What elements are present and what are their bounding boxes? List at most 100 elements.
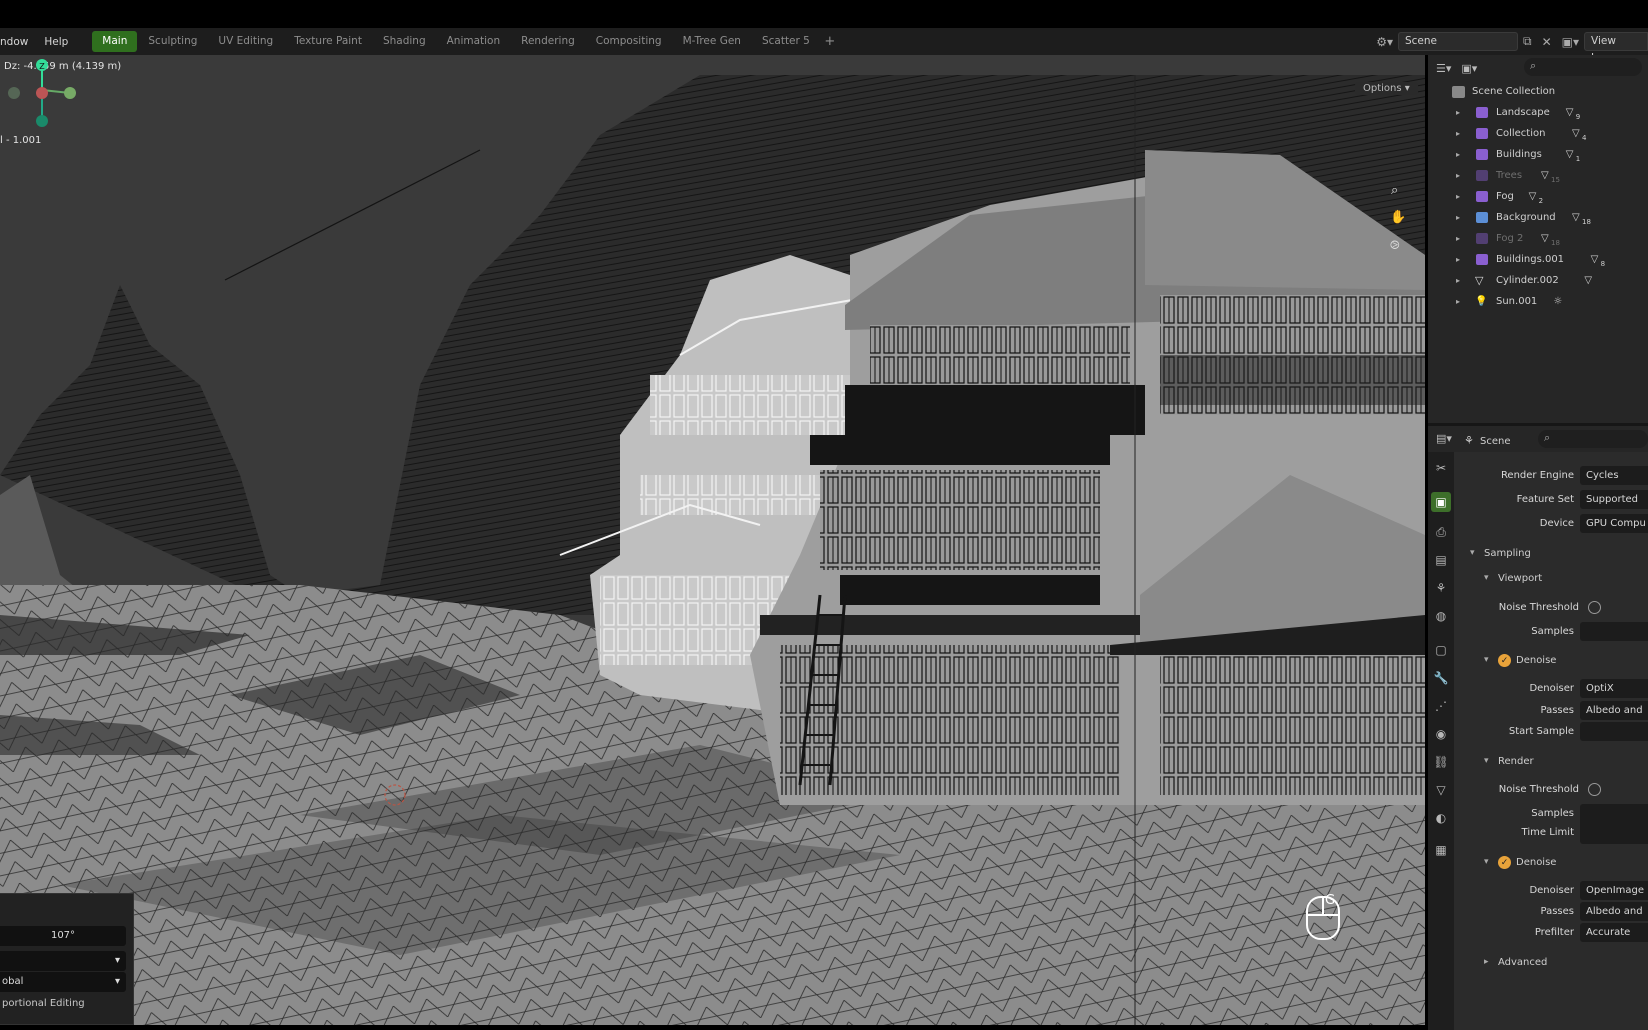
outliner-row[interactable]: ▸ Background ▽ 18: [1428, 207, 1648, 228]
tab-animation[interactable]: Animation: [437, 31, 511, 52]
samples-label: Samples: [1531, 626, 1574, 637]
render-subpanel-header[interactable]: Render: [1498, 756, 1534, 767]
outliner-row[interactable]: ▸ Fog 2 ▽ 18: [1428, 228, 1648, 249]
outliner-search-input[interactable]: ⌕: [1524, 58, 1642, 76]
expand-arrow-icon[interactable]: ▸: [1456, 192, 1460, 201]
workspace-tabs: Main Sculpting UV Editing Texture Paint …: [92, 31, 839, 52]
expand-arrow-icon[interactable]: ▸: [1456, 297, 1460, 306]
world-tab-icon[interactable]: ◍: [1431, 606, 1451, 626]
view-layer-field[interactable]: View Layer: [1584, 32, 1648, 64]
tool-tab-icon[interactable]: ✂: [1431, 458, 1451, 478]
expand-arrow-icon[interactable]: ▸: [1456, 150, 1460, 159]
tab-uv-editing[interactable]: UV Editing: [208, 31, 283, 52]
outliner-row[interactable]: ▸ Fog ▽ 2: [1428, 186, 1648, 207]
advanced-expand-icon[interactable]: ▸: [1484, 957, 1489, 967]
navigation-gizmo[interactable]: Z: [0, 55, 80, 205]
render-passes-dropdown[interactable]: Albedo and: [1580, 902, 1648, 921]
denoise-expand-icon[interactable]: ▾: [1484, 655, 1489, 665]
menu-help[interactable]: Help: [36, 36, 76, 48]
advanced-subpanel-header[interactable]: Advanced: [1498, 957, 1547, 968]
texture-tab-icon[interactable]: ▦: [1431, 840, 1451, 860]
expand-arrow-icon[interactable]: ▸: [1456, 129, 1460, 138]
tab-compositing[interactable]: Compositing: [586, 31, 672, 52]
view-layer-browse-icon[interactable]: ▣▾: [1557, 35, 1584, 49]
zoom-icon[interactable]: ⌕: [1391, 183, 1398, 198]
material-tab-icon[interactable]: ◐: [1431, 808, 1451, 828]
scene-field[interactable]: Scene: [1397, 32, 1518, 51]
feature-set-dropdown[interactable]: Supported: [1580, 490, 1648, 509]
tab-scatter-5[interactable]: Scatter 5: [752, 31, 820, 52]
3d-viewport[interactable]: Dz: -4.059 m (4.139 m) l - 1.001 Options…: [0, 55, 1425, 1025]
noise-threshold-label: Noise Threshold: [1498, 602, 1579, 613]
menu-window[interactable]: ndow: [0, 36, 36, 48]
physics-tab-icon[interactable]: ◉: [1431, 724, 1451, 744]
expand-arrow-icon[interactable]: ▸: [1456, 255, 1460, 264]
expand-arrow-icon[interactable]: ▸: [1456, 213, 1460, 222]
noise-threshold-checkbox[interactable]: [1588, 601, 1601, 614]
viewport-subpanel-header[interactable]: Viewport: [1498, 573, 1542, 584]
filter-icon[interactable]: ▣▾: [1461, 62, 1477, 75]
expand-arrow-icon[interactable]: ▸: [1456, 234, 1460, 243]
render-noise-threshold-checkbox[interactable]: [1588, 783, 1601, 796]
viewport-expand-icon[interactable]: ▾: [1484, 573, 1489, 583]
new-scene-icon[interactable]: ⧉: [1518, 34, 1537, 49]
outliner-row[interactable]: ▸ Buildings.001 ▽ 8: [1428, 249, 1648, 270]
render-samples-field[interactable]: [1580, 804, 1648, 844]
display-mode-icon[interactable]: ☰▾: [1436, 62, 1451, 75]
tab-texture-paint[interactable]: Texture Paint: [284, 31, 372, 52]
outliner-row[interactable]: ▸ Buildings ▽ 1: [1428, 144, 1648, 165]
child-count-badge: 18: [1551, 239, 1560, 247]
data-tab-icon[interactable]: ▽: [1431, 780, 1451, 800]
start-sample-field[interactable]: [1580, 722, 1648, 741]
viewport-samples-field[interactable]: [1580, 622, 1648, 641]
expand-arrow-icon[interactable]: ▸: [1456, 276, 1460, 285]
tab-sculpting[interactable]: Sculpting: [138, 31, 207, 52]
expand-arrow-icon[interactable]: ▸: [1456, 108, 1460, 117]
orientation-dropdown[interactable]: obal ▾: [0, 972, 126, 992]
properties-search-input[interactable]: ⌕: [1538, 430, 1648, 448]
render-expand-icon[interactable]: ▾: [1484, 756, 1489, 766]
options-dropdown[interactable]: Options ▾: [1355, 82, 1418, 95]
collection-icon: [1476, 128, 1488, 139]
output-tab-icon[interactable]: ⎙: [1431, 522, 1451, 542]
render-denoise-expand-icon[interactable]: ▾: [1484, 857, 1489, 867]
view-layer-tab-icon[interactable]: ▤: [1431, 550, 1451, 570]
modifier-tab-icon[interactable]: 🔧: [1431, 668, 1451, 688]
viewport-denoiser-dropdown[interactable]: OptiX: [1580, 679, 1648, 698]
render-tab-icon[interactable]: ▣: [1431, 492, 1451, 512]
outliner-row[interactable]: ▸ Trees ▽ 15: [1428, 165, 1648, 186]
render-denoiser-dropdown[interactable]: OpenImage: [1580, 881, 1648, 900]
pan-hand-icon[interactable]: ✋: [1390, 210, 1406, 225]
close-icon[interactable]: ✕: [1537, 35, 1557, 49]
outliner-row[interactable]: ▸ Collection ▽ 4: [1428, 123, 1648, 144]
scene-tab-icon[interactable]: ⚘: [1431, 578, 1451, 598]
axis-dropdown[interactable]: ▾: [0, 951, 126, 971]
scene-collection-row[interactable]: Scene Collection: [1428, 81, 1648, 102]
device-dropdown[interactable]: GPU Compu: [1580, 514, 1648, 533]
add-workspace-button[interactable]: +: [821, 34, 839, 49]
sampling-expand-icon[interactable]: ▾: [1470, 548, 1475, 558]
scene-collection-icon: [1452, 85, 1465, 98]
outliner-row[interactable]: ▸ Landscape ▽ 9: [1428, 102, 1648, 123]
outliner-row[interactable]: ▸ 💡 Sun.001 ☼: [1428, 291, 1648, 312]
camera-icon[interactable]: ⧁: [1390, 238, 1400, 253]
tab-m-tree-gen[interactable]: M-Tree Gen: [673, 31, 751, 52]
expand-arrow-icon[interactable]: ▸: [1456, 171, 1460, 180]
tab-shading[interactable]: Shading: [373, 31, 436, 52]
angle-field[interactable]: 107°: [0, 926, 126, 946]
tab-rendering[interactable]: Rendering: [511, 31, 585, 52]
proportional-editing-label[interactable]: portional Editing: [2, 998, 85, 1009]
prefilter-dropdown[interactable]: Accurate: [1580, 923, 1648, 942]
tab-main[interactable]: Main: [92, 31, 138, 52]
editor-type-icon[interactable]: ▤▾: [1436, 432, 1452, 445]
render-engine-dropdown[interactable]: Cycles: [1580, 466, 1648, 485]
constraints-tab-icon[interactable]: ⛓: [1431, 752, 1451, 772]
sampling-panel-header[interactable]: Sampling: [1484, 548, 1531, 559]
object-tab-icon[interactable]: ▢: [1431, 640, 1451, 660]
scene-browse-icon[interactable]: ⚙▾: [1371, 35, 1398, 49]
particles-tab-icon[interactable]: ⋰: [1431, 696, 1451, 716]
viewport-passes-dropdown[interactable]: Albedo and: [1580, 701, 1648, 720]
denoise-checkbox[interactable]: ✓: [1498, 654, 1511, 667]
render-denoise-checkbox[interactable]: ✓: [1498, 856, 1511, 869]
outliner-row[interactable]: ▸ ▽ Cylinder.002 ▽: [1428, 270, 1648, 291]
